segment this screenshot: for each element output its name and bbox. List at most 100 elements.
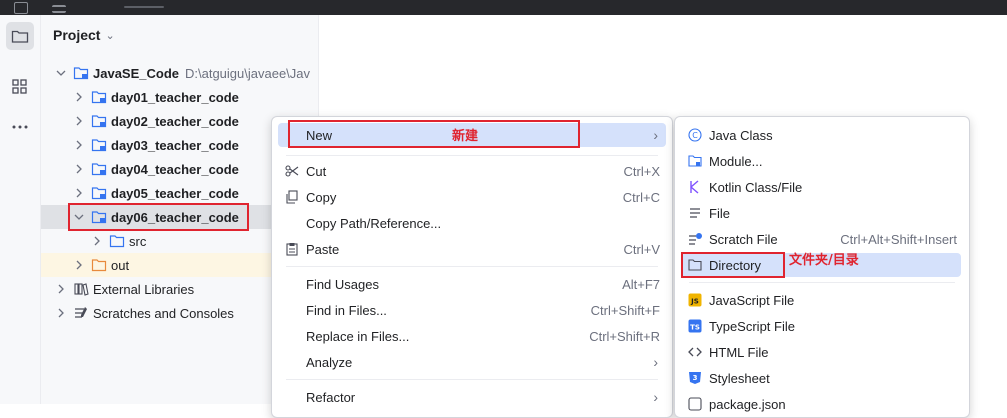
menu-item-typescript[interactable]: TS TypeScript File bbox=[681, 314, 963, 338]
blank-icon bbox=[284, 354, 300, 370]
menu-shortcut: Ctrl+Alt+Shift+Insert bbox=[840, 231, 957, 247]
title-bar bbox=[0, 0, 1007, 15]
tree-item-label: out bbox=[111, 257, 130, 273]
menu-item-label: Find in Files... bbox=[306, 302, 387, 318]
menu-item-copy[interactable]: Copy Ctrl+C bbox=[278, 185, 666, 209]
more-tools-icon[interactable] bbox=[6, 113, 34, 141]
blank-icon bbox=[284, 389, 300, 405]
svg-text:TS: TS bbox=[690, 324, 700, 332]
javascript-icon: JS bbox=[687, 292, 703, 308]
module-folder-icon bbox=[91, 137, 107, 153]
annotation-label-new: 新建 bbox=[452, 129, 479, 144]
menu-item-label: Scratch File bbox=[709, 231, 778, 247]
svg-text:C: C bbox=[692, 131, 698, 140]
copy-icon bbox=[284, 189, 300, 205]
css-icon: 3 bbox=[687, 370, 703, 386]
tree-item-day01[interactable]: day01_teacher_code bbox=[41, 85, 350, 109]
menu-item-cut[interactable]: Cut Ctrl+X bbox=[278, 159, 666, 183]
project-panel-title[interactable]: Project ⌄ bbox=[53, 27, 115, 43]
expand-arrow-icon[interactable] bbox=[55, 67, 67, 79]
collapse-arrow-icon[interactable] bbox=[73, 139, 85, 151]
structure-icon[interactable] bbox=[6, 73, 34, 101]
menu-item-label: Copy bbox=[306, 189, 337, 205]
menu-item-scratch-file[interactable]: Scratch File Ctrl+Alt+Shift+Insert bbox=[681, 227, 963, 251]
menu-item-replace-in-files[interactable]: Replace in Files... Ctrl+Shift+R bbox=[278, 324, 666, 348]
menu-item-javascript[interactable]: JS JavaScript File bbox=[681, 288, 963, 312]
module-folder-icon bbox=[91, 113, 107, 129]
menu-separator bbox=[286, 379, 658, 380]
collapse-arrow-icon[interactable] bbox=[55, 307, 67, 319]
project-path: D:\atguigu\javaee\Jav bbox=[185, 65, 311, 81]
java-class-icon: C bbox=[687, 127, 703, 143]
menu-item-kotlin[interactable]: Kotlin Class/File bbox=[681, 175, 963, 199]
scratches-icon bbox=[73, 305, 89, 321]
annotation-box-new bbox=[288, 120, 580, 148]
window-icon[interactable] bbox=[14, 2, 28, 14]
scratch-file-icon bbox=[687, 231, 703, 247]
tree-item-label: day04_teacher_code bbox=[111, 161, 239, 177]
menu-item-stylesheet[interactable]: 3 Stylesheet bbox=[681, 366, 963, 390]
annotation-label-directory: 文件夹/目录 bbox=[789, 253, 859, 268]
tree-item-label: day02_teacher_code bbox=[111, 113, 239, 129]
tree-item-label: Scratches and Consoles bbox=[93, 305, 234, 321]
menu-item-label: Stylesheet bbox=[709, 370, 770, 386]
project-folder-icon[interactable] bbox=[6, 22, 34, 50]
collapse-arrow-icon[interactable] bbox=[73, 259, 85, 271]
collapse-arrow-icon[interactable] bbox=[55, 283, 67, 295]
title-bar-widget[interactable] bbox=[124, 6, 164, 8]
menu-item-label: File bbox=[709, 205, 730, 221]
tree-item-root[interactable]: JavaSE_Code D:\atguigu\javaee\Jav bbox=[41, 61, 332, 85]
menu-separator bbox=[286, 266, 658, 267]
scissors-icon bbox=[284, 163, 300, 179]
menu-item-analyze[interactable]: Analyze › bbox=[278, 350, 666, 374]
menu-item-label: Kotlin Class/File bbox=[709, 179, 803, 195]
clipboard-icon bbox=[284, 241, 300, 257]
tree-item-label: External Libraries bbox=[93, 281, 195, 297]
collapse-arrow-icon[interactable] bbox=[91, 235, 103, 247]
menu-item-package-json[interactable]: package.json bbox=[681, 392, 963, 416]
menu-item-find-in-files[interactable]: Find in Files... Ctrl+Shift+F bbox=[278, 298, 666, 322]
menu-item-label: JavaScript File bbox=[709, 292, 795, 308]
tree-item-label: day01_teacher_code bbox=[111, 89, 239, 105]
menu-item-label: Replace in Files... bbox=[306, 328, 410, 344]
collapse-arrow-icon[interactable] bbox=[73, 115, 85, 127]
menu-item-label: Cut bbox=[306, 163, 327, 179]
menu-item-label: Module... bbox=[709, 153, 763, 169]
source-folder-icon bbox=[109, 233, 125, 249]
menu-item-label: package.json bbox=[709, 396, 786, 412]
collapse-arrow-icon[interactable] bbox=[73, 91, 85, 103]
collapse-arrow-icon[interactable] bbox=[73, 163, 85, 175]
menu-shortcut: Ctrl+Shift+R bbox=[589, 328, 660, 344]
submenu-arrow-icon: › bbox=[653, 354, 658, 370]
collapse-arrow-icon[interactable] bbox=[73, 187, 85, 199]
menu-shortcut: Ctrl+V bbox=[623, 241, 660, 257]
menu-item-label: Find Usages bbox=[306, 276, 379, 292]
excluded-folder-icon bbox=[91, 257, 107, 273]
module-folder-icon bbox=[91, 161, 107, 177]
module-folder-icon bbox=[73, 65, 89, 81]
blank-icon bbox=[284, 215, 300, 231]
file-icon bbox=[687, 205, 703, 221]
menu-item-copy-path[interactable]: Copy Path/Reference... bbox=[278, 211, 666, 235]
menu-item-file[interactable]: File bbox=[681, 201, 963, 225]
menu-item-java-class[interactable]: C Java Class bbox=[681, 123, 963, 147]
module-folder-icon bbox=[91, 89, 107, 105]
submenu-arrow-icon: › bbox=[653, 389, 658, 405]
typescript-icon: TS bbox=[687, 318, 703, 334]
menu-item-label: TypeScript File bbox=[709, 318, 795, 334]
blank-icon bbox=[284, 276, 300, 292]
tool-window-strip bbox=[0, 15, 41, 404]
menu-item-find-usages[interactable]: Find Usages Alt+F7 bbox=[278, 272, 666, 296]
chevron-down-icon[interactable]: ⌄ bbox=[105, 29, 114, 42]
svg-text:JS: JS bbox=[690, 298, 699, 306]
tree-item-label: JavaSE_Code bbox=[93, 65, 179, 81]
menu-item-refactor[interactable]: Refactor › bbox=[278, 385, 666, 409]
module-folder-icon bbox=[91, 185, 107, 201]
svg-text:3: 3 bbox=[693, 374, 698, 382]
menu-item-paste[interactable]: Paste Ctrl+V bbox=[278, 237, 666, 261]
project-title-label: Project bbox=[53, 27, 101, 43]
menu-item-module[interactable]: Module... bbox=[681, 149, 963, 173]
main-menu-icon[interactable] bbox=[52, 5, 66, 13]
npm-icon bbox=[687, 396, 703, 412]
menu-item-html[interactable]: HTML File bbox=[681, 340, 963, 364]
